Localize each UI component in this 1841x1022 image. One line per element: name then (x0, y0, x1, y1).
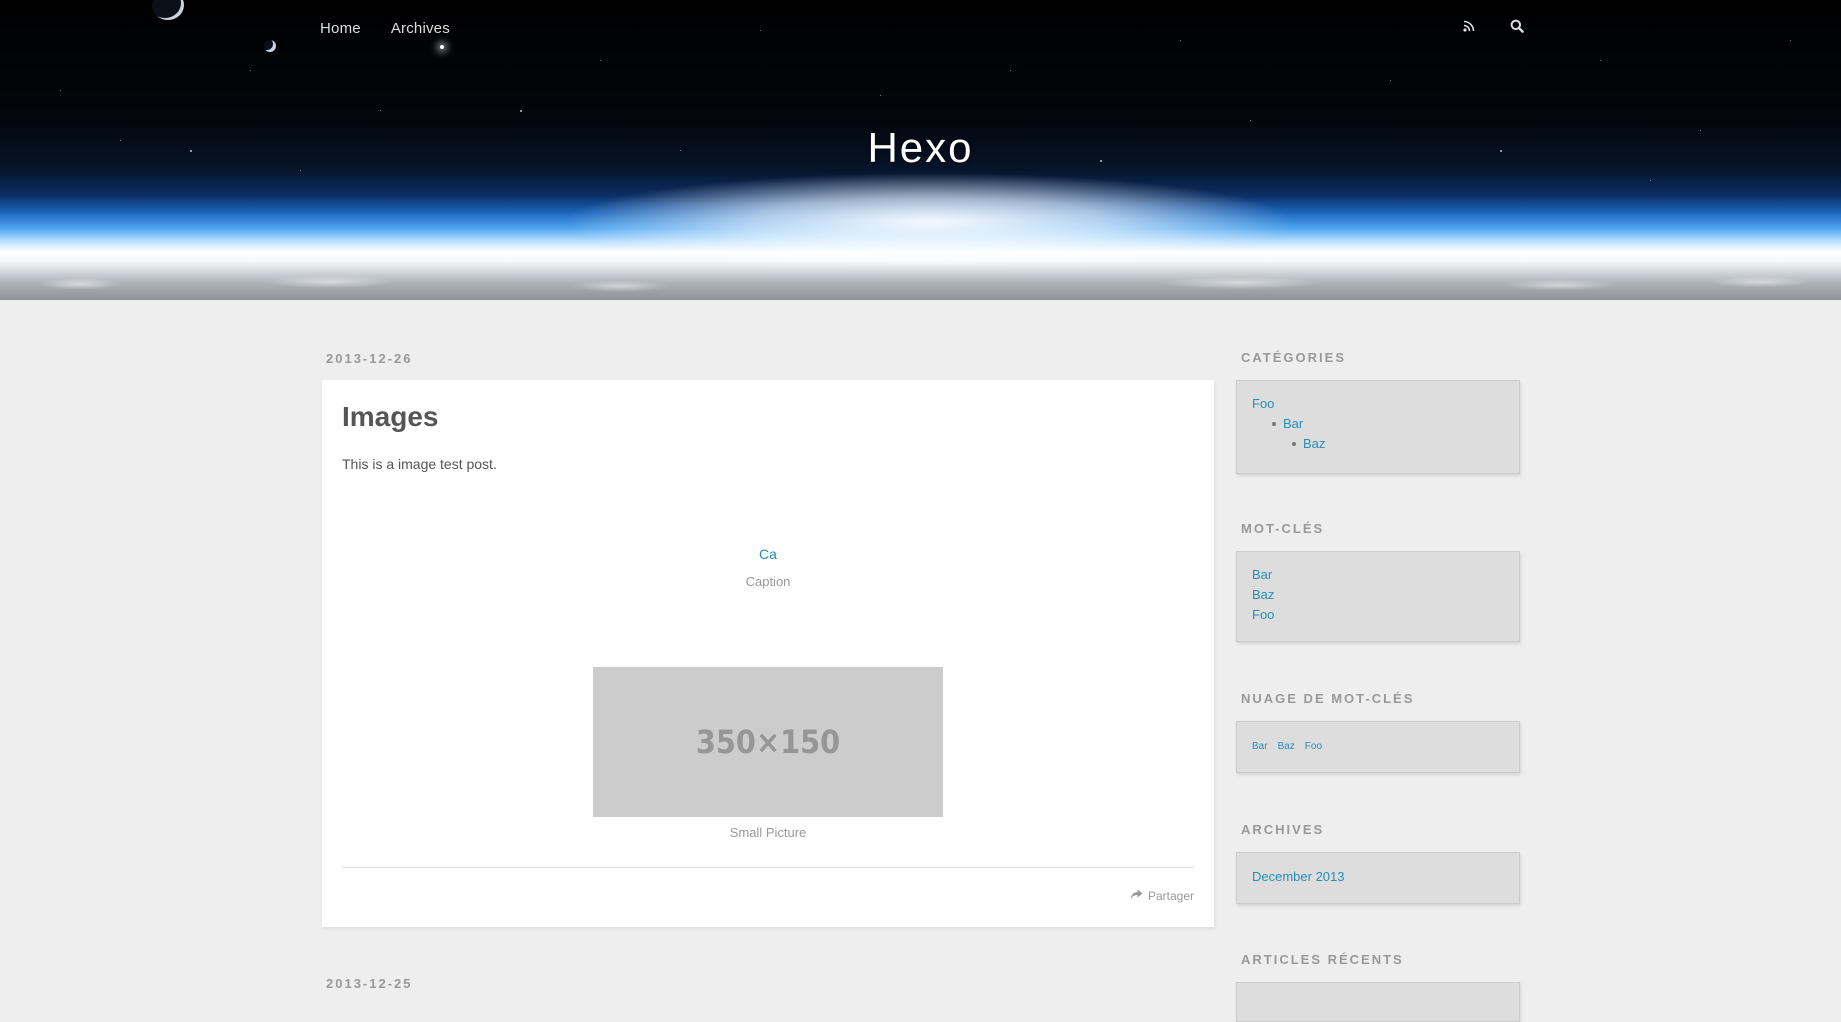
clouds (0, 268, 1841, 300)
star (1250, 120, 1251, 121)
rss-icon[interactable] (1460, 17, 1478, 35)
star (1600, 60, 1601, 61)
category-link-baz[interactable]: Baz (1303, 434, 1325, 454)
article-text: This is a image test post. (342, 456, 497, 472)
recent-posts-widget (1236, 982, 1520, 1022)
category-item: Baz (1252, 434, 1504, 454)
header-banner: Home Archives Hexo (0, 0, 1841, 300)
widget-title-tag-cloud: NUAGE DE MOT-CLÉS (1241, 691, 1415, 706)
search-icon[interactable] (1508, 17, 1526, 35)
bullet (1272, 422, 1276, 426)
widget-title-recent-posts: ARTICLES RÉCENTS (1241, 952, 1404, 967)
tag-cloud: Bar Baz Foo (1252, 737, 1504, 757)
widget-title-categories: CATÉGORIES (1241, 350, 1346, 365)
image-caption: Small Picture (729, 825, 807, 840)
article-date[interactable]: 2013-12-26 (326, 351, 413, 366)
tag-link-baz[interactable]: Baz (1252, 587, 1274, 602)
placeholder-label: 350×150 (695, 723, 841, 761)
star (1180, 40, 1181, 41)
star (1390, 80, 1391, 81)
categories-widget: Foo Bar Baz (1236, 380, 1520, 474)
category-link-bar[interactable]: Bar (1283, 414, 1303, 434)
nav-home[interactable]: Home (320, 20, 361, 37)
tag-link-bar[interactable]: Bar (1252, 567, 1272, 582)
tags-widget: Bar Baz Foo (1236, 551, 1520, 642)
widget-title-tags: MOT-CLÉS (1241, 521, 1325, 536)
share-button[interactable]: Partager (1130, 889, 1194, 903)
star (1010, 70, 1011, 71)
broken-image[interactable]: Caption (759, 546, 777, 562)
image-caption: Caption (745, 574, 791, 589)
placeholder-image[interactable]: 350×150 (593, 667, 943, 817)
category-link-foo[interactable]: Foo (1252, 396, 1274, 411)
star (250, 70, 251, 71)
star (880, 95, 881, 96)
nav-icons (1460, 17, 1526, 35)
bright-star (440, 45, 444, 49)
category-item: Bar (1252, 414, 1504, 434)
star (600, 60, 601, 61)
bullet (1292, 442, 1296, 446)
star (1790, 40, 1791, 41)
tag-link-foo[interactable]: Foo (1252, 607, 1274, 622)
star (1650, 180, 1651, 181)
article-title[interactable]: Images (342, 400, 1194, 434)
main-nav: Home Archives (320, 20, 450, 37)
nav-archives[interactable]: Archives (391, 20, 450, 37)
planet (152, 0, 184, 20)
tag-cloud-link-baz[interactable]: Baz (1278, 737, 1295, 757)
star (760, 30, 761, 31)
moon (264, 40, 276, 52)
widget-title-archives: ARCHIVES (1241, 822, 1325, 837)
tag-cloud-link-foo[interactable]: Foo (1305, 737, 1322, 757)
site-title[interactable]: Hexo (0, 124, 1841, 172)
article-card: Images This is a image test post. Captio… (322, 380, 1214, 927)
star (520, 110, 522, 112)
category-item: Foo (1252, 394, 1504, 414)
tag-cloud-link-bar[interactable]: Bar (1252, 737, 1268, 757)
divider (342, 867, 1194, 868)
article-date[interactable]: 2013-12-25 (326, 976, 413, 991)
star (60, 90, 61, 91)
share-label: Partager (1147, 889, 1194, 903)
archives-widget: December 2013 (1236, 852, 1520, 904)
star (380, 110, 381, 111)
share-icon (1130, 889, 1143, 903)
archive-link-december-2013[interactable]: December 2013 (1252, 869, 1345, 884)
tag-cloud-widget: Bar Baz Foo (1236, 721, 1520, 773)
